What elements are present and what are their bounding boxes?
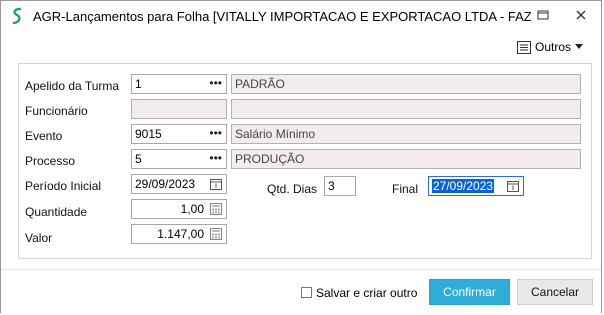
apelido-turma-description: PADRÃO — [231, 74, 581, 94]
window-title: AGR-Lançamentos para Folha [VITALLY IMPO… — [33, 9, 531, 24]
quantidade-input[interactable]: 1,00 — [131, 199, 227, 219]
evento-code-value: 9015 — [135, 127, 162, 141]
outros-label: Outros — [535, 40, 572, 54]
periodo-inicial-value: 29/09/2023 — [135, 177, 196, 191]
close-button[interactable] — [567, 5, 595, 27]
evento-description: Salário Mínimo — [231, 124, 581, 144]
processo-label: Processo — [25, 154, 76, 168]
valor-value: 1.147,00 — [157, 227, 204, 241]
processo-description-value: PRODUÇÃO — [235, 152, 305, 166]
valor-input[interactable]: 1.147,00 — [131, 224, 227, 244]
apelido-turma-code-input[interactable]: 1 ••• — [131, 74, 227, 94]
final-value: 27/09/2023 — [432, 179, 495, 193]
qtd-dias-value: 3 — [328, 179, 335, 193]
final-date-input[interactable]: 27/09/2023 — [428, 176, 524, 196]
minimize-button[interactable] — [529, 5, 557, 27]
confirm-button-label: Confirmar — [443, 285, 496, 299]
list-menu-icon — [517, 40, 531, 54]
apelido-turma-label: Apelido da Turma — [25, 79, 120, 93]
minimize-icon — [537, 10, 549, 20]
close-icon — [576, 10, 586, 20]
funcionario-description — [231, 99, 581, 119]
calendar-icon[interactable] — [507, 180, 519, 192]
processo-code-value: 5 — [135, 152, 142, 166]
periodo-inicial-label: Período Inicial — [25, 179, 102, 193]
save-and-create-label[interactable]: Salvar e criar outro — [316, 286, 417, 300]
title-bar: AGR-Lançamentos para Folha [VITALLY IMPO… — [1, 1, 601, 31]
evento-description-value: Salário Mínimo — [235, 127, 316, 141]
calculator-icon[interactable] — [210, 203, 222, 215]
periodo-inicial-date-input[interactable]: 29/09/2023 — [131, 174, 227, 194]
evento-label: Evento — [25, 129, 63, 143]
chevron-down-icon — [575, 44, 584, 49]
qtd-dias-label: Qtd. Dias — [267, 182, 318, 196]
qtd-dias-input[interactable]: 3 — [324, 176, 356, 196]
valor-label: Valor — [25, 231, 53, 245]
processo-code-input[interactable]: 5 ••• — [131, 149, 227, 169]
quantidade-value: 1,00 — [180, 202, 204, 216]
calculator-icon[interactable] — [210, 228, 222, 240]
lookup-ellipsis-icon[interactable]: ••• — [209, 76, 222, 90]
funcionario-label: Funcionário — [25, 104, 88, 118]
final-label: Final — [392, 182, 419, 196]
cancel-button[interactable]: Cancelar — [517, 279, 593, 305]
lookup-ellipsis-icon[interactable]: ••• — [209, 126, 222, 140]
calendar-icon[interactable] — [210, 178, 222, 190]
quantidade-label: Quantidade — [25, 205, 88, 219]
save-and-create-checkbox[interactable] — [301, 287, 312, 298]
outros-menu-button[interactable]: Outros — [517, 39, 584, 55]
lookup-ellipsis-icon[interactable]: ••• — [209, 151, 222, 165]
evento-code-input[interactable]: 9015 ••• — [131, 124, 227, 144]
dialog-window: AGR-Lançamentos para Folha [VITALLY IMPO… — [0, 0, 602, 314]
confirm-button[interactable]: Confirmar — [429, 279, 510, 305]
apelido-turma-code-value: 1 — [135, 77, 142, 91]
processo-description: PRODUÇÃO — [231, 149, 581, 169]
funcionario-code-input[interactable] — [131, 99, 227, 119]
app-logo-icon — [9, 7, 25, 25]
cancel-button-label: Cancelar — [530, 285, 580, 299]
apelido-turma-description-value: PADRÃO — [235, 77, 285, 91]
